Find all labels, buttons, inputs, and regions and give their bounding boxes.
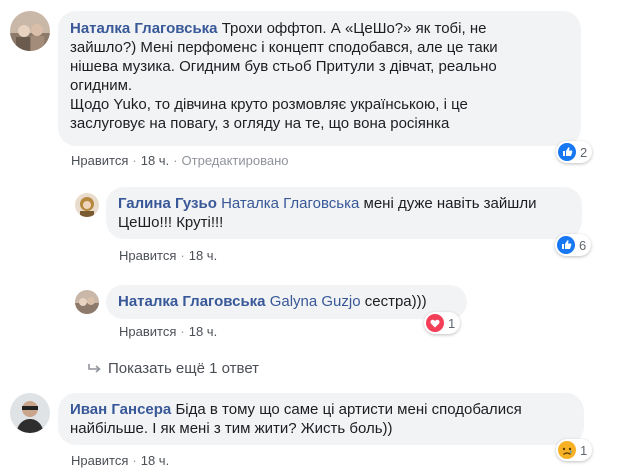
reaction-badge[interactable]: 1 (556, 439, 593, 461)
comment-text-line: огидним. (70, 77, 133, 94)
reaction-count: 1 (448, 315, 456, 331)
comment-text-line: нішева музика. Огидним був стьоб Притули… (70, 58, 497, 75)
separator: · (132, 453, 137, 468)
like-link[interactable]: Нравится (71, 453, 128, 468)
sad-icon (558, 441, 576, 459)
separator: · (173, 153, 178, 168)
separator: · (180, 248, 185, 263)
comment-text-line: заслуговує на повагу, з огляду на те, що… (70, 115, 450, 132)
comment-bubble: Наталка Глаговська Трохи оффтоп. А «ЦеШо… (58, 11, 581, 146)
avatar[interactable] (75, 193, 99, 217)
reaction-count: 6 (579, 237, 587, 253)
comment-actions: Нравится · 18 ч. (119, 248, 217, 263)
comment-author[interactable]: Наталка Глаговська (70, 20, 218, 37)
separator: · (180, 324, 185, 339)
timestamp-link[interactable]: 18 ч. (189, 248, 217, 263)
avatar[interactable] (75, 290, 99, 314)
like-icon (558, 143, 576, 161)
like-link[interactable]: Нравится (119, 248, 176, 263)
mention-link[interactable]: Наталка Глаговська (221, 195, 359, 212)
comment-actions: Нравится · 18 ч. · Отредактировано (71, 153, 289, 168)
reaction-count: 2 (580, 144, 588, 160)
avatar[interactable] (10, 393, 50, 433)
comment-author[interactable]: Наталка Глаговська (118, 293, 266, 310)
comment-actions: Нравится · 18 ч. (119, 324, 217, 339)
show-more-replies-label: Показать ещё 1 ответ (108, 360, 260, 377)
comment-text-line: Трохи оффтоп. А «ЦеШо?» як тобі, не (221, 20, 487, 37)
comment-author[interactable]: Иван Гансера (70, 401, 171, 418)
reply-arrow-icon (88, 363, 101, 373)
reaction-badge[interactable]: 1 (424, 312, 461, 334)
edited-label[interactable]: Отредактировано (182, 153, 289, 168)
comment-text-line: зайшло?) Мені перфоменс і концепт сподоб… (70, 39, 498, 56)
comment-actions: Нравится · 18 ч. (71, 453, 169, 468)
reaction-badge[interactable]: 6 (555, 234, 592, 256)
comment-text: сестра))) (364, 293, 427, 310)
avatar[interactable] (10, 11, 50, 51)
reaction-count: 1 (580, 442, 588, 458)
mention-link[interactable]: Galyna Guzjo (270, 293, 361, 310)
comment-text: мені дуже навіть зайшли (363, 195, 537, 212)
comment-text: ЦеШо!!! Круті!!! (118, 214, 224, 231)
like-link[interactable]: Нравится (71, 153, 128, 168)
timestamp-link[interactable]: 18 ч. (141, 453, 169, 468)
reaction-badge[interactable]: 2 (556, 141, 593, 163)
comment-bubble: Иван Гансера Біда в тому що саме ці арти… (58, 393, 584, 445)
comment-text: Біда в тому що саме ці артисти мені спод… (175, 401, 522, 418)
timestamp-link[interactable]: 18 ч. (189, 324, 217, 339)
love-icon (426, 314, 444, 332)
separator: · (132, 153, 137, 168)
like-link[interactable]: Нравится (119, 324, 176, 339)
show-more-replies-link[interactable]: Показать ещё 1 ответ (88, 360, 259, 377)
comment-text: найбільше. І як мені з тим жити? Жисть б… (70, 420, 393, 437)
like-icon (557, 236, 575, 254)
comment-author[interactable]: Галина Гузьо (118, 195, 217, 212)
reply-bubble: Галина Гузьо Наталка Глаговська мені дуж… (106, 187, 582, 239)
reply-bubble: Наталка Глаговська Galyna Guzjo сестра))… (106, 285, 467, 319)
timestamp-link[interactable]: 18 ч. (141, 153, 169, 168)
comment-text-line: Щодо Yuko, то дівчина круто розмовляє ук… (70, 96, 468, 113)
